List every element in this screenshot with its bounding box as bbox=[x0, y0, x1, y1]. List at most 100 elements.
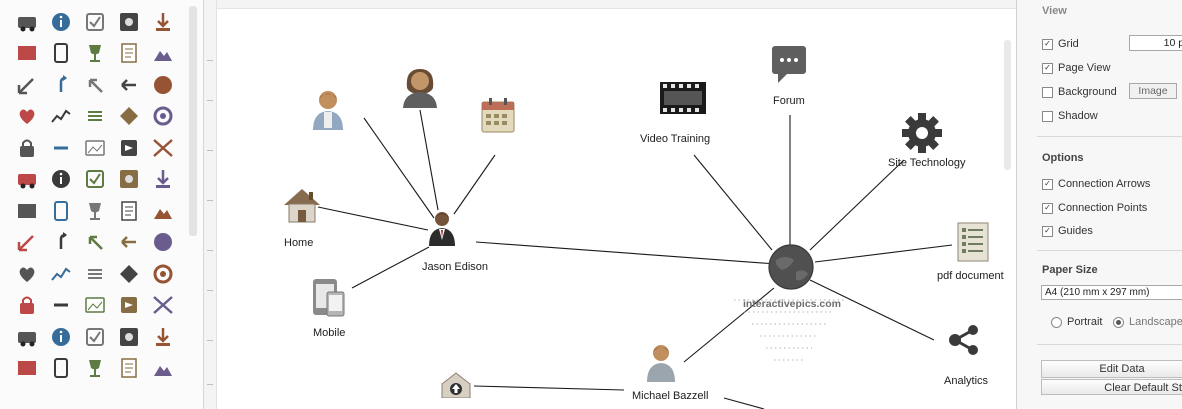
portrait-option[interactable]: Portrait bbox=[1051, 316, 1102, 328]
note-icon[interactable] bbox=[112, 321, 146, 353]
phone-icon[interactable] bbox=[10, 164, 44, 196]
no-image-icon[interactable] bbox=[78, 321, 112, 353]
diagram-canvas[interactable]: Home Mobile Jason Edison Video Training … bbox=[204, 0, 1016, 409]
clear-default-style-button[interactable]: Clear Default Style bbox=[1041, 379, 1182, 395]
edge-home-to-jason[interactable] bbox=[317, 206, 429, 231]
lock-icon[interactable] bbox=[44, 164, 78, 196]
shadow-option[interactable]: Shadow bbox=[1042, 110, 1098, 122]
palette-icon[interactable] bbox=[112, 353, 146, 385]
bar-list-icon[interactable] bbox=[44, 290, 78, 322]
grid-checkbox[interactable]: ✓ bbox=[1042, 38, 1053, 50]
arrow-corner-up-icon[interactable] bbox=[10, 101, 44, 133]
edge-analytics-to-hub[interactable] bbox=[809, 279, 935, 341]
user-icon[interactable] bbox=[311, 88, 345, 130]
grid-option[interactable]: ✓ Grid bbox=[1042, 38, 1079, 50]
minus-icon[interactable] bbox=[10, 227, 44, 259]
image-icon[interactable] bbox=[78, 227, 112, 259]
infinity-icon[interactable] bbox=[78, 132, 112, 164]
house-icon[interactable] bbox=[282, 186, 322, 224]
folder-icon[interactable] bbox=[78, 290, 112, 322]
play-box-icon[interactable] bbox=[112, 101, 146, 133]
menu-lines-icon[interactable] bbox=[78, 195, 112, 227]
bar-chart-icon[interactable] bbox=[146, 258, 180, 290]
edge-female-to-jason[interactable] bbox=[419, 109, 439, 211]
landscape-radio[interactable] bbox=[1113, 316, 1124, 328]
document-icon[interactable] bbox=[957, 222, 989, 262]
check-circle-icon[interactable] bbox=[44, 353, 78, 385]
edge-jason-to-hub[interactable] bbox=[475, 241, 777, 265]
gear-round-icon[interactable] bbox=[146, 164, 180, 196]
connection-points-checkbox[interactable]: ✓ bbox=[1042, 202, 1053, 214]
palette-scrollbar[interactable] bbox=[189, 6, 197, 236]
user-add-icon[interactable] bbox=[10, 321, 44, 353]
chevron-right-icon[interactable] bbox=[112, 290, 146, 322]
edge-calendar-to-jason[interactable] bbox=[453, 154, 496, 215]
heart-icon[interactable] bbox=[10, 132, 44, 164]
copy-window-icon[interactable] bbox=[10, 258, 44, 290]
share-icon[interactable] bbox=[947, 324, 981, 356]
portrait-radio[interactable] bbox=[1051, 316, 1062, 328]
download-arrow-icon[interactable] bbox=[146, 6, 180, 38]
upload-icon[interactable] bbox=[440, 372, 472, 398]
color-wheel-icon[interactable] bbox=[10, 290, 44, 322]
arrow-down-left-icon[interactable] bbox=[78, 69, 112, 101]
edge-sitetech-to-hub[interactable] bbox=[809, 159, 905, 251]
arrow-up-left-icon[interactable] bbox=[146, 69, 180, 101]
background-option[interactable]: Background bbox=[1042, 86, 1117, 98]
gear-square-icon[interactable] bbox=[112, 6, 146, 38]
landscape-icon[interactable] bbox=[10, 69, 44, 101]
pages-icon[interactable] bbox=[112, 195, 146, 227]
gear-icon[interactable] bbox=[901, 112, 943, 154]
network-icon[interactable] bbox=[146, 195, 180, 227]
user-female-icon[interactable] bbox=[400, 66, 440, 108]
info-icon[interactable] bbox=[44, 6, 78, 38]
money-icon[interactable] bbox=[146, 132, 180, 164]
film-strip-icon[interactable] bbox=[660, 82, 706, 114]
edge-mobile-to-jason[interactable] bbox=[351, 246, 430, 289]
inbox-icon[interactable] bbox=[112, 227, 146, 259]
background-checkbox[interactable] bbox=[1042, 86, 1053, 98]
picture-icon[interactable] bbox=[146, 290, 180, 322]
connection-points-option[interactable]: ✓ Connection Points bbox=[1042, 202, 1147, 214]
guides-checkbox[interactable]: ✓ bbox=[1042, 225, 1053, 237]
connection-arrows-option[interactable]: ✓ Connection Arrows bbox=[1042, 178, 1150, 190]
line-chart-icon[interactable] bbox=[44, 132, 78, 164]
sort-desc-icon[interactable] bbox=[10, 353, 44, 385]
document-icon[interactable] bbox=[146, 38, 180, 70]
arrow-curve-icon[interactable] bbox=[112, 69, 146, 101]
user-icon[interactable] bbox=[646, 342, 676, 382]
copy-icon[interactable] bbox=[78, 258, 112, 290]
connection-arrows-checkbox[interactable]: ✓ bbox=[1042, 178, 1053, 190]
camera-icon[interactable] bbox=[146, 227, 180, 259]
no-pen-icon[interactable] bbox=[44, 321, 78, 353]
diamond-blue-icon[interactable] bbox=[44, 195, 78, 227]
edge-video-to-hub[interactable] bbox=[693, 154, 773, 251]
cloud-box-icon[interactable] bbox=[146, 353, 180, 385]
page-view-checkbox[interactable]: ✓ bbox=[1042, 62, 1053, 74]
calendar-icon[interactable] bbox=[480, 96, 516, 134]
page-view-option[interactable]: ✓ Page View bbox=[1042, 62, 1110, 74]
edit-data-button[interactable]: Edit Data bbox=[1041, 360, 1182, 378]
tablet-icon[interactable] bbox=[78, 38, 112, 70]
guides-option[interactable]: ✓ Guides bbox=[1042, 225, 1093, 237]
globe-icon[interactable] bbox=[768, 244, 814, 290]
music-icon[interactable] bbox=[112, 258, 146, 290]
calendar-icon[interactable] bbox=[44, 69, 78, 101]
camera-round-icon[interactable] bbox=[78, 353, 112, 385]
chat-bubble-icon[interactable] bbox=[770, 44, 808, 84]
shuffle-icon[interactable] bbox=[44, 227, 78, 259]
edge-michael-out[interactable] bbox=[723, 397, 765, 409]
heart-light-icon[interactable] bbox=[146, 101, 180, 133]
checkbox-icon[interactable] bbox=[78, 6, 112, 38]
edge-upload-to-michael[interactable] bbox=[473, 385, 625, 391]
diamond-icon[interactable] bbox=[112, 164, 146, 196]
list-icon[interactable] bbox=[112, 132, 146, 164]
shadow-checkbox[interactable] bbox=[1042, 110, 1053, 122]
trophy-icon[interactable] bbox=[112, 38, 146, 70]
battery-icon[interactable] bbox=[78, 164, 112, 196]
bank-icon[interactable] bbox=[78, 101, 112, 133]
edge-user-to-jason[interactable] bbox=[363, 117, 435, 219]
person-pin-icon[interactable] bbox=[10, 195, 44, 227]
download-tray-icon[interactable] bbox=[44, 258, 78, 290]
sort-asc-icon[interactable] bbox=[146, 321, 180, 353]
